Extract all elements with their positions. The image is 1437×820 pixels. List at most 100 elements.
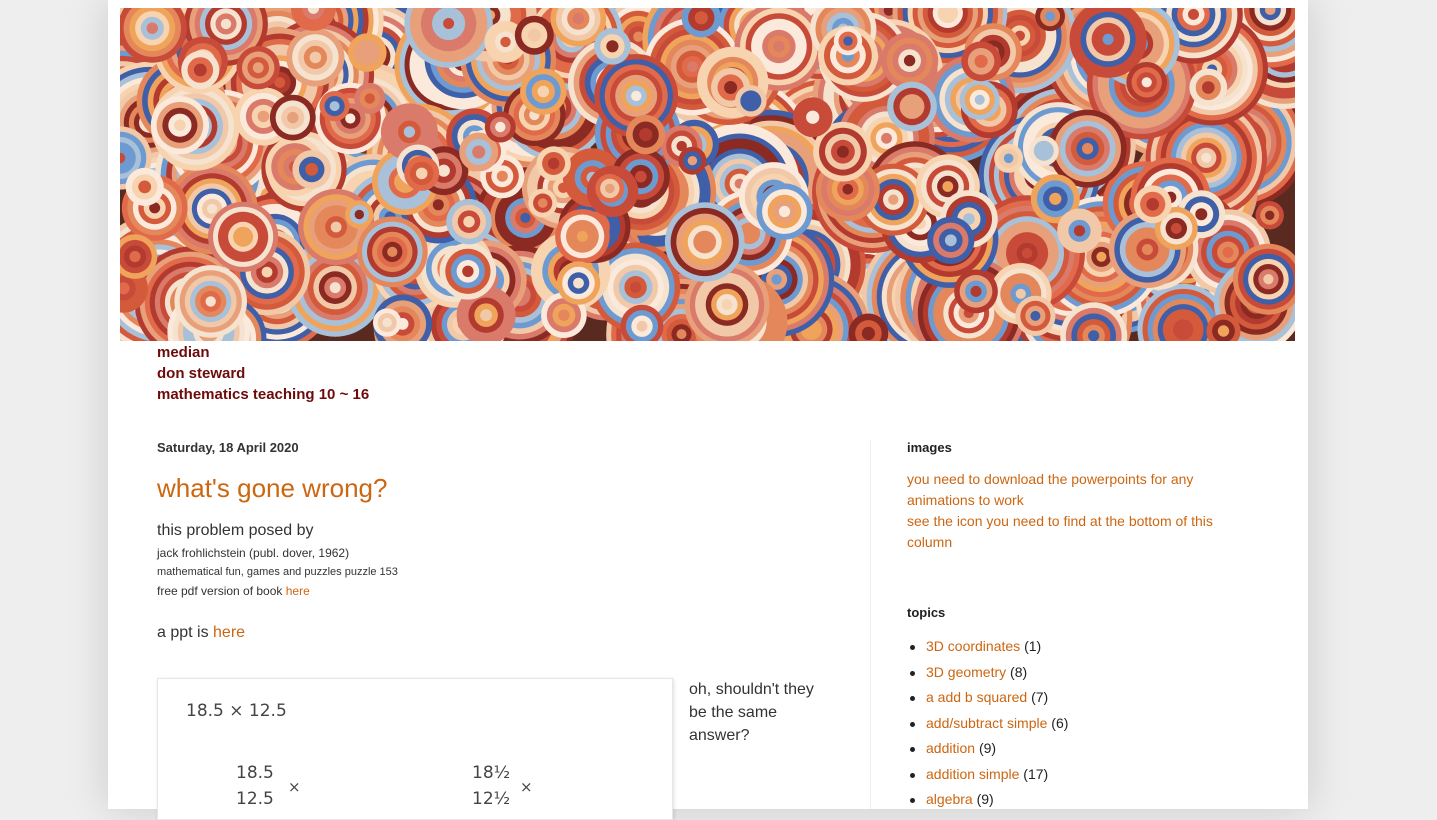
banner-coil-ring [721, 299, 733, 310]
banner-coil-ring [463, 216, 475, 228]
banner-coil-ring [537, 198, 548, 208]
banner-coil-ring [527, 28, 541, 42]
topic-count: (9) [978, 740, 997, 756]
banner-coil-ring [1021, 247, 1033, 259]
banner-coil-ring [329, 282, 341, 294]
topic-link[interactable]: 3D coordinates [926, 638, 1020, 654]
banner-coil-ring [842, 184, 854, 195]
pdf-prefix: free pdf version of book [157, 584, 286, 598]
sidebar-images-note-2[interactable]: see the icon you need to find at the bot… [907, 511, 1247, 553]
banner-coil-ring [694, 11, 708, 25]
banner-coil-ring [387, 246, 398, 257]
topic-count: (1) [1024, 638, 1042, 654]
banner-coil-ring [861, 326, 876, 340]
banner-coil-ring [745, 95, 757, 107]
banner-coil-ring [537, 85, 550, 98]
banner-coil-ring [606, 40, 619, 53]
banner-coil-ring [881, 132, 892, 144]
banner-coil-ring [1141, 77, 1152, 88]
sidebar-images-note-1[interactable]: you need to download the powerpoints for… [907, 469, 1247, 511]
banner-coil-ring [305, 163, 319, 176]
topic-link[interactable]: a add b squared [926, 689, 1027, 705]
topic-link[interactable]: algebra [926, 791, 973, 807]
topic-link[interactable]: addition simple [926, 766, 1019, 782]
topic-link[interactable]: add/subtract simple [926, 715, 1047, 731]
banner-coil-ring [687, 61, 698, 73]
banner-coil-ring [630, 281, 642, 293]
banner-coil-ring [261, 266, 273, 278]
topic-count: (6) [1051, 714, 1069, 731]
figure-left-bottom: 12.5 [236, 789, 274, 809]
post-title[interactable]: what's gone wrong? [157, 473, 837, 504]
banner-coil-ring [974, 54, 988, 68]
banner-coil-ring [1146, 198, 1159, 211]
banner-coil-ring [843, 36, 853, 46]
banner-coil-ring [558, 309, 570, 321]
topic-count: (17) [1023, 765, 1049, 782]
banner-coil-ring [635, 170, 647, 183]
topic-item: addition simple (17) [907, 762, 1247, 788]
topic-count: (8) [1010, 663, 1028, 680]
banner-coil-ring [193, 63, 207, 77]
banner-coil-ring [1082, 143, 1094, 155]
banner-coil-ring [382, 317, 392, 328]
banner-coil-ring [146, 22, 158, 34]
pdf-link[interactable]: here [286, 584, 310, 598]
banner-coil-ring [1217, 325, 1230, 337]
banner-coil-ring [257, 110, 270, 123]
figure-right-op: × [520, 778, 533, 796]
ppt-prefix: a ppt is [157, 624, 214, 641]
header-link-median[interactable]: median [157, 342, 369, 363]
ppt-link[interactable]: here [213, 624, 245, 641]
topic-item: a add b squared (7) [907, 685, 1247, 711]
banner-coil-ring [743, 227, 755, 239]
banner-coil-ring [942, 8, 953, 18]
banner-coil-ring [778, 205, 791, 218]
sidebar-images-title: images [907, 440, 952, 455]
banner-coil-ring [496, 170, 508, 182]
bullet-icon [910, 670, 915, 676]
topic-count: (9) [976, 791, 994, 807]
banner-coil-ring [905, 100, 919, 113]
banner-coil-ring [1202, 81, 1215, 94]
topic-link[interactable]: 3D geometry [926, 664, 1006, 680]
sidebar-topics-title: topics [907, 605, 946, 620]
topic-count: (7) [1031, 689, 1049, 705]
topics-list: 3D coordinates (1) 3D geometry (8) a add… [907, 634, 1247, 813]
banner-coil-ring [364, 93, 375, 104]
banner-coil-ring [1038, 145, 1049, 156]
header-banner-image [120, 8, 1295, 341]
banner-coil-ring [138, 180, 152, 194]
banner-coil-ring [1141, 244, 1153, 255]
banner-coil-ring [415, 167, 428, 180]
banner-coil-ring [520, 212, 531, 223]
post-intro: this problem posed by [157, 522, 314, 539]
banner-coil-ring [309, 51, 322, 64]
banner-coil-ring [942, 181, 954, 192]
banner-coil-ring [605, 183, 615, 194]
banner-coil-ring [238, 231, 249, 242]
banner-coil-ring [1178, 324, 1189, 335]
header-link-don-steward[interactable]: don steward [157, 363, 369, 384]
banner-coil-ring [252, 62, 264, 74]
banner-coil-ring [687, 156, 698, 166]
post-side-note: oh, shouldn't they be the same answer? [689, 681, 814, 744]
topic-link[interactable]: addition [926, 740, 975, 756]
banner-coil-ring [1049, 192, 1062, 205]
banner-coil-ring [443, 18, 455, 29]
post-figure-image[interactable]: 18.5 × 12.5 18.5 × 12.5 18½ × 12½ [157, 678, 673, 820]
banner-coil-ring [1030, 310, 1041, 321]
header-link-blog-title[interactable]: mathematics teaching 10 ~ 16 [157, 384, 369, 405]
header-nav: median don steward mathematics teaching … [157, 342, 369, 405]
bullet-icon [910, 798, 915, 803]
topic-item: 3D geometry (8) [907, 660, 1247, 686]
banner-coil-ring [633, 31, 644, 42]
banner-coil-ring [287, 111, 299, 124]
banner-coil-ring [699, 236, 711, 248]
banner-coil-ring [1045, 11, 1056, 22]
banner-coil-ring [970, 285, 982, 297]
banner-coil-ring [636, 320, 648, 332]
banner-coil-ring [572, 13, 584, 25]
banner-coil-ring [576, 230, 588, 242]
banner-coil-ring [806, 110, 820, 124]
